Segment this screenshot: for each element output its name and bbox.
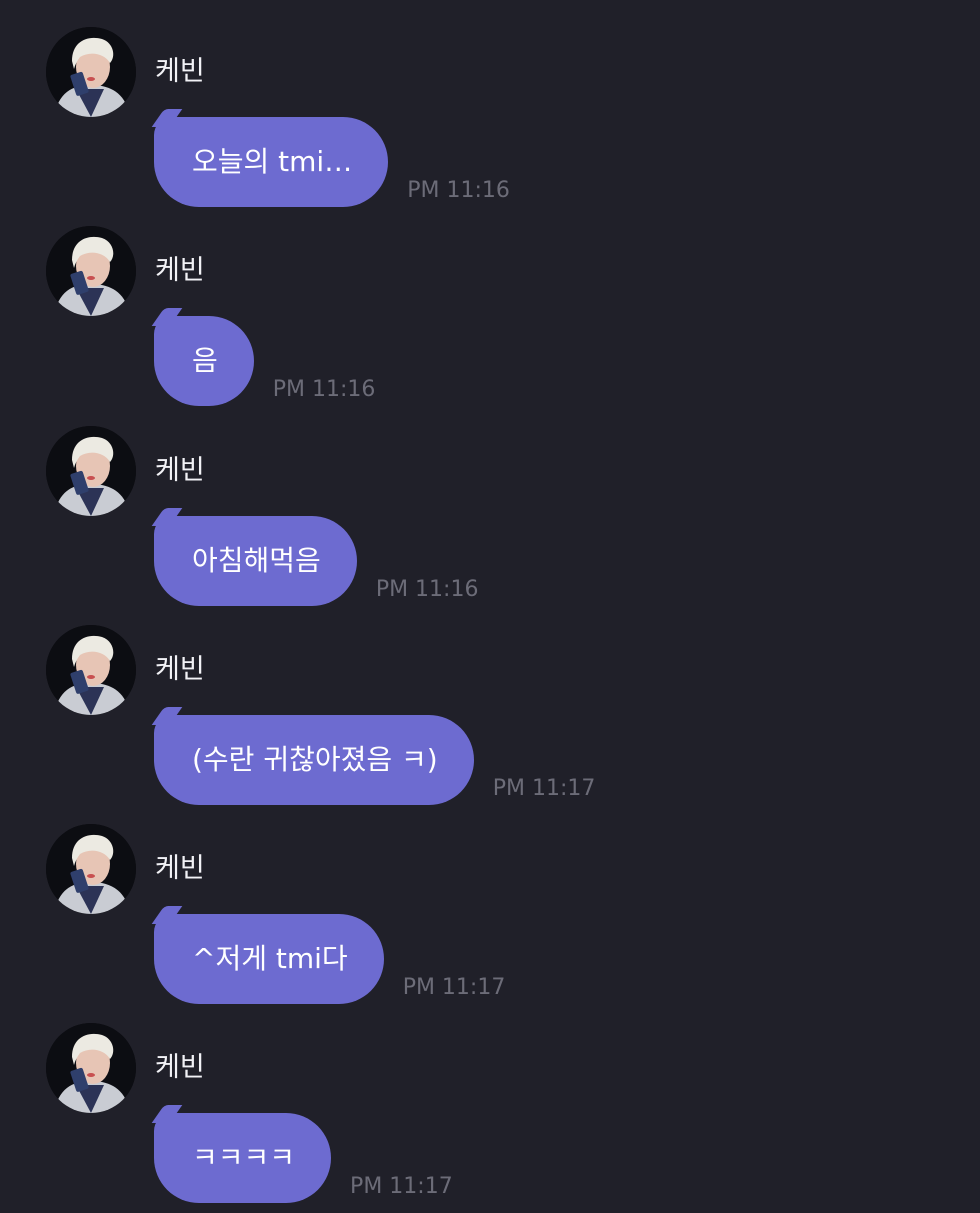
message-timestamp: PM 11:16 (407, 178, 510, 203)
sender-name: 케빈 (155, 56, 205, 87)
sender-name: 케빈 (155, 455, 205, 486)
avatar[interactable] (46, 27, 136, 117)
avatar[interactable] (46, 426, 136, 516)
avatar-image (46, 824, 136, 914)
message-row: ^저게 tmi다 PM 11:17 (154, 914, 505, 1004)
message-bubble[interactable]: ^저게 tmi다 (154, 914, 384, 1004)
avatar-image (46, 625, 136, 715)
message-group: 케빈 (수란 귀찮아졌음 ㅋ) PM 11:17 (0, 625, 980, 815)
message-bubble[interactable]: 음 (154, 316, 254, 406)
message-row: 음 PM 11:16 (154, 316, 375, 406)
message-row: 오늘의 tmi… PM 11:16 (154, 117, 510, 207)
message-timestamp: PM 11:16 (375, 577, 479, 602)
message-timestamp: PM 11:17 (350, 1174, 453, 1199)
message-bubble[interactable]: ㅋㅋㅋㅋ (154, 1113, 332, 1203)
sender-name: 케빈 (155, 853, 205, 884)
sender-name: 케빈 (155, 255, 205, 286)
avatar[interactable] (46, 625, 136, 715)
avatar[interactable] (46, 824, 136, 914)
message-row: ㅋㅋㅋㅋ PM 11:17 (154, 1113, 453, 1203)
avatar-image (46, 426, 136, 516)
message-group: 케빈 ^저게 tmi다 PM 11:17 (0, 824, 980, 1014)
message-bubble[interactable]: 오늘의 tmi… (154, 117, 389, 207)
avatar[interactable] (46, 226, 136, 316)
avatar-image (46, 27, 136, 117)
message-timestamp: PM 11:17 (492, 776, 596, 801)
message-timestamp: PM 11:16 (272, 377, 376, 402)
message-group: 케빈 오늘의 tmi… PM 11:16 (0, 27, 980, 217)
chat-message-list[interactable]: 케빈 오늘의 tmi… PM 11:16 케빈 음 PM 11:16 케빈 아침… (0, 0, 980, 1203)
sender-name: 케빈 (155, 1052, 205, 1083)
message-group: 케빈 음 PM 11:16 (0, 226, 980, 416)
message-bubble[interactable]: (수란 귀찮아졌음 ㅋ) (154, 715, 474, 805)
avatar-image (46, 1023, 136, 1113)
message-timestamp: PM 11:17 (402, 975, 506, 1000)
message-row: (수란 귀찮아졌음 ㅋ) PM 11:17 (154, 715, 595, 805)
message-group: 케빈 ㅋㅋㅋㅋ PM 11:17 (0, 1023, 980, 1213)
sender-name: 케빈 (155, 654, 205, 685)
message-bubble[interactable]: 아침해먹음 (154, 516, 357, 606)
avatar[interactable] (46, 1023, 136, 1113)
avatar-image (46, 226, 136, 316)
message-group: 케빈 아침해먹음 PM 11:16 (0, 426, 980, 616)
message-row: 아침해먹음 PM 11:16 (154, 516, 478, 606)
